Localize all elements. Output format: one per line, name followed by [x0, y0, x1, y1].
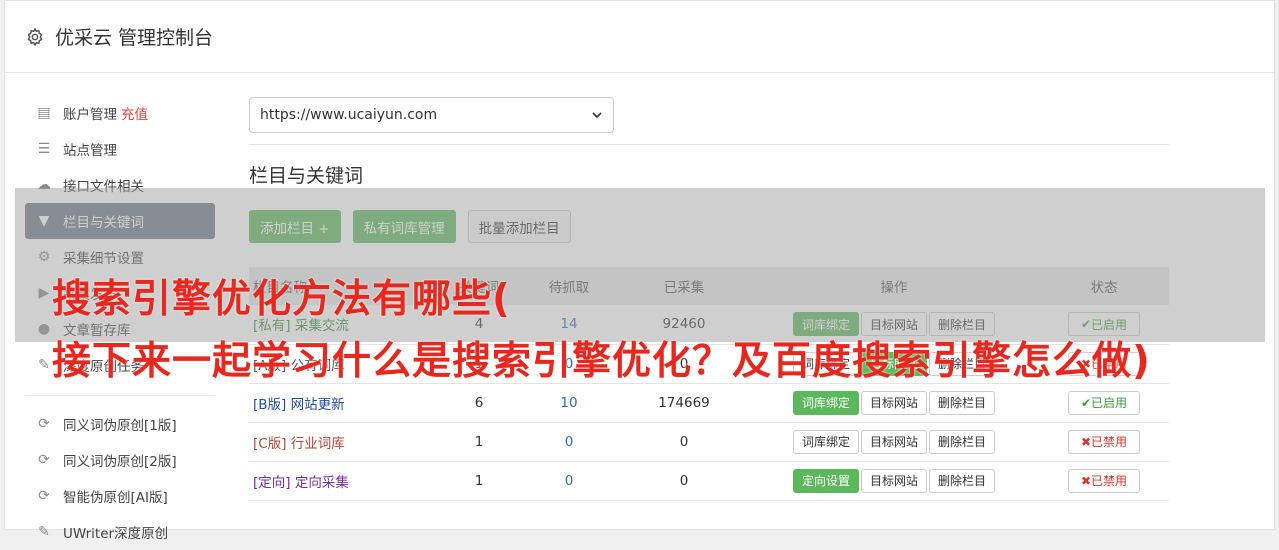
column-name-link[interactable]: [B版] 网站更新 [249, 383, 439, 422]
sidebar-item-synonym-v2[interactable]: ⟳ 同义词伪原创[2版] [25, 442, 215, 478]
sidebar-item-ai-original[interactable]: ⟳ 智能伪原创[AI版] [25, 478, 215, 514]
chevron-down-icon [592, 112, 602, 119]
status-cell: ✖ 已禁用 [1039, 461, 1169, 500]
status-label: 已启用 [1091, 396, 1128, 410]
refresh-icon: ⟳ [38, 452, 50, 468]
directed-settings-button[interactable]: 定向设置 [792, 468, 859, 493]
actions-cell: 词库绑定目标网站删除栏目 [749, 383, 1039, 422]
sidebar-item-label: 同义词伪原创[1版] [63, 418, 177, 434]
status-label: 已禁用 [1091, 435, 1128, 449]
bind-lib-button[interactable]: 词库绑定 [792, 429, 859, 454]
column-name-link[interactable]: [定向] 定向采集 [249, 461, 439, 500]
divider [249, 144, 1169, 145]
overlay-headline-line1: 搜索引擎优化方法有哪些( [52, 277, 511, 322]
sidebar-item-label: UWriter深度原创 [63, 526, 169, 542]
keywords-count: 1 [474, 472, 484, 489]
table-row: [C版] 行业词库 1 0 0 词库绑定 目标网站 删除栏目 ✖ 已禁用 [249, 422, 1169, 461]
sidebar-item-account[interactable]: ▤ 账户管理 充值 [25, 95, 215, 131]
delete-column-button[interactable]: 删除栏目 [929, 468, 996, 493]
site-select[interactable]: https://www.ucaiyun.com [249, 97, 614, 133]
pending-count[interactable]: 0 [519, 461, 619, 500]
sidebar-item-synonym-v1[interactable]: ⟳ 同义词伪原创[1版] [25, 406, 215, 442]
pending-count[interactable]: 10 [519, 383, 619, 422]
site-select-value: https://www.ucaiyun.com [260, 107, 438, 123]
page-title: 优采云 管理控制台 [55, 27, 214, 49]
status-toggle[interactable]: ✖ 已禁用 [1068, 468, 1140, 493]
check-icon: ✔ [1080, 395, 1092, 410]
section-title: 栏目与关键词 [249, 165, 364, 187]
pending-count[interactable]: 0 [519, 422, 619, 461]
refresh-icon: ⟳ [38, 416, 50, 432]
sidebar-item-sites[interactable]: ☰ 站点管理 [25, 131, 215, 167]
table-row: [B版] 网站更新 6 10 174669 词库绑定 目标网站 删除栏目 ✔ 已启用 [249, 383, 1169, 422]
status-cell: ✔已启用 [1039, 383, 1169, 422]
column-name-link[interactable]: [C版] 行业词库 [249, 422, 439, 461]
recharge-link[interactable]: 充值 [121, 103, 148, 123]
column-tag: [B版] [253, 396, 287, 413]
edit-icon: ✎ [38, 524, 50, 540]
delete-column-button[interactable]: 删除栏目 [929, 429, 996, 454]
gear-icon [27, 27, 43, 46]
sidebar-item-label: 同义词伪原创[2版] [63, 454, 177, 470]
status-cell: ✖ 已禁用 [1039, 422, 1169, 461]
bar-chart-icon: ▤ [37, 105, 51, 121]
column-name: 行业词库 [290, 435, 345, 452]
sidebar-item-uwriter[interactable]: ✎ UWriter深度原创 [25, 514, 215, 550]
status-label: 已禁用 [1091, 474, 1128, 488]
delete-column-button[interactable]: 删除栏目 [929, 390, 996, 415]
keywords-count: 6 [474, 394, 484, 411]
collected-count: 0 [679, 472, 689, 489]
status-toggle[interactable]: ✔已启用 [1068, 390, 1140, 415]
column-name: 网站更新 [290, 396, 345, 413]
edit-icon: ✎ [38, 357, 50, 373]
table-row: [定向] 定向采集 1 0 0 定向设置 目标网站 删除栏目 ✖ 已禁用 [249, 461, 1169, 500]
status-toggle[interactable]: ✖ 已禁用 [1068, 429, 1140, 454]
refresh-icon: ⟳ [38, 488, 50, 504]
close-icon: ✖ [1080, 473, 1092, 488]
overlay-headline-line2: 接下来一起学习什么是搜索引擎优化？及百度搜索引擎怎么做) [52, 339, 1151, 384]
column-tag: [定向] [253, 474, 291, 491]
sidebar-item-label: 智能伪原创[AI版] [63, 490, 168, 506]
bind-lib-button[interactable]: 词库绑定 [792, 390, 859, 415]
collected-count: 0 [679, 433, 689, 450]
top-bar: 优采云 管理控制台 [5, 1, 1274, 73]
sidebar-item-label: 站点管理 [63, 143, 117, 159]
actions-cell: 词库绑定目标网站删除栏目 [749, 422, 1039, 461]
sidebar-item-label: 账户管理 [63, 107, 117, 123]
close-icon: ✖ [1080, 434, 1092, 449]
collected-count: 174669 [658, 394, 710, 411]
actions-cell: 定向设置 目标网站 删除栏目 [749, 461, 1039, 500]
target-site-button[interactable]: 目标网站 [860, 468, 927, 493]
column-tag: [C版] [253, 435, 287, 452]
server-icon: ☰ [37, 141, 51, 157]
target-site-button[interactable]: 目标网站 [860, 390, 927, 415]
target-site-button[interactable]: 目标网站 [860, 429, 927, 454]
column-name: 定向采集 [294, 474, 349, 491]
keywords-count: 1 [474, 433, 484, 450]
sidebar-divider [25, 395, 215, 396]
